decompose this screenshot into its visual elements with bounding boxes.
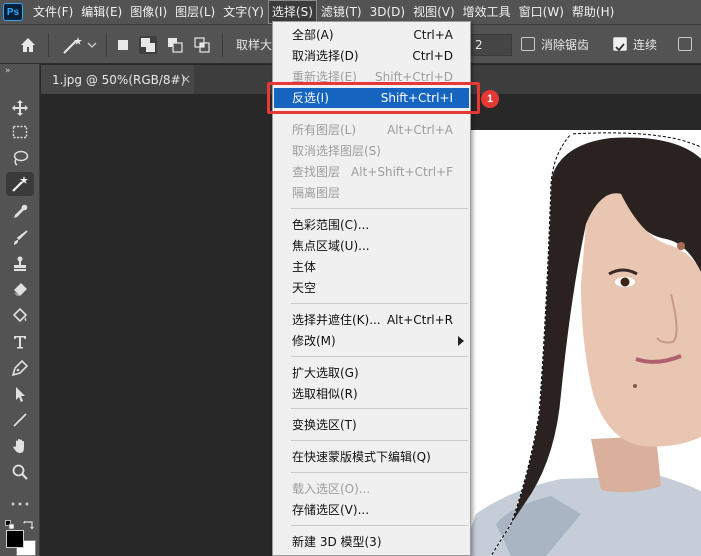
menu-separator (291, 208, 468, 209)
menu-separator (291, 525, 468, 526)
sample-size-label: 取样大 (236, 38, 273, 52)
menu-item-label: 变换选区(T) (292, 418, 357, 432)
home-icon[interactable] (18, 35, 38, 55)
contiguous-checkbox[interactable] (613, 37, 627, 52)
paint-bucket-icon[interactable] (6, 304, 34, 328)
document-tab-title: 1.jpg @ 50%(RGB/8#) (52, 72, 186, 87)
menu-item-label: 主体 (292, 260, 317, 274)
menu-item-label: 载入选区(O)... (292, 482, 371, 496)
add-to-selection-icon[interactable] (139, 36, 157, 54)
contiguous-label: 连续 (633, 38, 658, 52)
eyedropper-icon[interactable] (6, 200, 34, 224)
collapse-toolbox-icon[interactable]: » (5, 66, 11, 76)
lasso-icon[interactable] (6, 146, 34, 170)
menu-0[interactable]: 文件(F) (29, 0, 77, 24)
subtract-from-selection-icon[interactable] (166, 36, 184, 54)
menu-separator (291, 472, 468, 473)
select-menu-item[interactable]: 色彩范围(C)... (274, 215, 469, 235)
select-menu-item[interactable]: 新建 3D 模型(3) (274, 532, 469, 552)
menu-11[interactable]: 帮助(H) (568, 0, 618, 24)
pen-icon[interactable] (6, 356, 34, 380)
marquee-icon[interactable] (6, 120, 34, 144)
menu-item-shortcut: Ctrl+A (413, 28, 453, 42)
sample-all-layers-checkbox[interactable] (678, 37, 692, 51)
menu-10[interactable]: 窗口(W) (515, 0, 568, 24)
toolbox: » (0, 64, 40, 556)
menu-item-label: 新建 3D 模型(3) (292, 535, 382, 549)
intersect-selection-icon[interactable] (193, 36, 211, 54)
foreground-color-swatch[interactable] (6, 530, 24, 548)
select-menu-item[interactable]: 在快速蒙版模式下编辑(Q) (274, 447, 469, 467)
menu-item-shortcut: Alt+Ctrl+R (386, 313, 453, 327)
menu-item-label: 色彩范围(C)... (292, 218, 370, 232)
menu-item-label: 焦点区域(U)... (292, 239, 370, 253)
path-selection-icon[interactable] (6, 382, 34, 406)
select-menu-item[interactable]: 焦点区域(U)... (274, 236, 469, 256)
menu-item-label: 所有图层(L) (292, 123, 357, 137)
menu-item-label: 在快速蒙版模式下编辑(Q) (292, 450, 431, 464)
select-menu-item: 隔离图层 (274, 183, 469, 203)
select-menu-item[interactable]: 修改(M) (274, 331, 469, 351)
select-menu-item[interactable]: 选取相似(R) (274, 384, 469, 404)
menu-item-label: 取消选择(D) (292, 49, 359, 63)
select-menu-item[interactable]: 主体 (274, 257, 469, 277)
more-tools-icon[interactable] (10, 492, 30, 511)
swap-colors-icon[interactable] (23, 515, 35, 534)
hand-icon[interactable] (6, 434, 34, 458)
menu-item-label: 选择并遮住(K)... (292, 313, 381, 327)
menu-item-label: 查找图层 (292, 165, 341, 179)
menu-item-label: 取消选择图层(S) (292, 144, 381, 158)
text-icon[interactable] (6, 330, 34, 354)
tolerance-input[interactable]: 2 (470, 34, 512, 56)
submenu-arrow-icon (458, 336, 464, 346)
select-menu-item[interactable]: 存储选区(V)... (274, 500, 469, 520)
menu-item-shortcut: Alt+Shift+Ctrl+F (351, 165, 453, 179)
select-menu-item[interactable]: 取消选择(D) Ctrl+D (274, 46, 469, 66)
new-selection-icon[interactable] (114, 36, 132, 54)
zoom-icon[interactable] (6, 460, 34, 484)
select-menu-item[interactable]: 全部(A) Ctrl+A (274, 25, 469, 45)
line-icon[interactable] (6, 408, 34, 432)
select-menu-item: 所有图层(L) Alt+Ctrl+A (274, 120, 469, 140)
magic-wand-icon[interactable] (6, 172, 34, 196)
menu-separator (291, 408, 468, 409)
menu-item-shortcut: Alt+Ctrl+A (387, 123, 453, 137)
menu-item-label: 选取相似(R) (292, 387, 358, 401)
menu-4[interactable]: 文字(Y) (219, 0, 268, 24)
document-tab[interactable]: 1.jpg @ 50%(RGB/8#) × (41, 65, 194, 94)
eraser-icon[interactable] (6, 278, 34, 302)
select-menu-item: 查找图层 Alt+Shift+Ctrl+F (274, 162, 469, 182)
menu-2[interactable]: 图像(I) (126, 0, 171, 24)
menu-item-label: 扩大选取(G) (292, 366, 359, 380)
menu-item-label: 存储选区(V)... (292, 503, 370, 517)
antialias-checkbox[interactable] (521, 37, 535, 51)
close-tab-icon[interactable]: × (181, 72, 191, 86)
select-menu-item[interactable]: 选择并遮住(K)... Alt+Ctrl+R (274, 310, 469, 330)
annotation-step-badge: 1 (481, 90, 499, 108)
menu-separator (291, 356, 468, 357)
menu-separator (291, 303, 468, 304)
menu-item-label: 全部(A) (292, 28, 334, 42)
menu-item-shortcut: Ctrl+D (412, 49, 453, 63)
move-icon[interactable] (6, 96, 34, 120)
menu-item-label: 隔离图层 (292, 186, 341, 200)
select-menu-item[interactable]: 天空 (274, 278, 469, 298)
stamp-icon[interactable] (6, 252, 34, 276)
select-menu-item: 取消选择图层(S) (274, 141, 469, 161)
select-menu-item[interactable]: 扩大选取(G) (274, 363, 469, 383)
menu-item-label: 修改(M) (292, 334, 336, 348)
menu-3[interactable]: 图层(L) (171, 0, 219, 24)
menu-item-label: 天空 (292, 281, 317, 295)
photoshop-logo: Ps (3, 3, 23, 21)
select-menu-item[interactable]: 变换选区(T) (274, 415, 469, 435)
menu-separator (291, 440, 468, 441)
annotation-highlight-box (267, 82, 480, 114)
menu-1[interactable]: 编辑(E) (77, 0, 126, 24)
antialias-label: 消除锯齿 (541, 38, 590, 52)
tool-preset-picker[interactable] (60, 34, 100, 56)
select-menu-item: 载入选区(O)... (274, 479, 469, 499)
brush-icon[interactable] (6, 226, 34, 250)
